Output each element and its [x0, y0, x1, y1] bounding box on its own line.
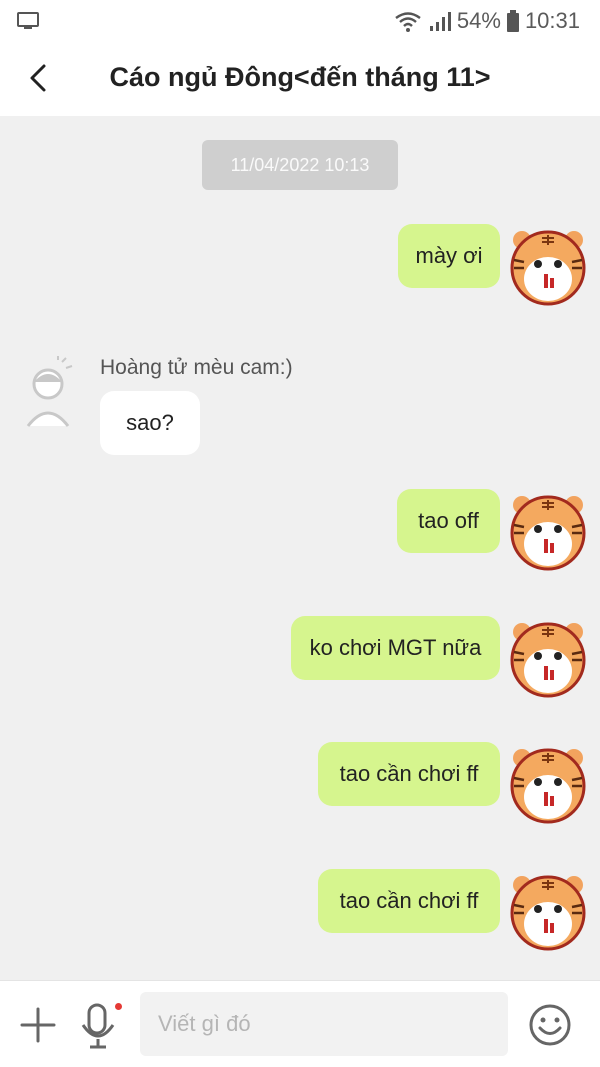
- status-indicators: 54% 10:31: [393, 6, 580, 36]
- microphone-icon[interactable]: [76, 1001, 120, 1049]
- tiger-avatar[interactable]: [506, 616, 590, 700]
- incoming-message[interactable]: sao?: [100, 391, 200, 455]
- signal-icon: [429, 12, 451, 31]
- sender-name: Hoàng tử mèu cam:): [100, 356, 293, 379]
- outgoing-message[interactable]: ko chơi MGT nữa: [291, 616, 500, 680]
- user-avatar[interactable]: [22, 356, 78, 428]
- tiger-avatar[interactable]: [506, 224, 590, 308]
- battery-icon: [506, 10, 519, 32]
- plus-icon[interactable]: [18, 1005, 58, 1045]
- clock: 10:31: [524, 8, 580, 33]
- message-input[interactable]: [140, 992, 508, 1056]
- chat-title: Cáo ngủ Đông<đến tháng 11>: [109, 62, 491, 92]
- outgoing-message[interactable]: tao cần chơi ff: [318, 742, 500, 806]
- battery-percent: 54%: [456, 8, 501, 33]
- wifi-icon: [395, 12, 421, 32]
- message-list[interactable]: 11/04/2022 10:13 mày ơi Hoàng tử mèu cam…: [0, 116, 600, 980]
- status-bar: 54% 10:31: [0, 0, 600, 44]
- tiger-avatar[interactable]: [506, 489, 590, 573]
- notification-dot: [115, 1003, 122, 1010]
- outgoing-message[interactable]: mày ơi: [398, 224, 500, 288]
- date-stamp: 11/04/2022 10:13: [202, 140, 398, 190]
- chat-header: Cáo ngủ Đông<đến tháng 11>: [0, 44, 600, 116]
- outgoing-message[interactable]: tao off: [397, 489, 500, 553]
- composer-bar: [0, 980, 600, 1067]
- outgoing-message[interactable]: tao cần chơi ff: [318, 869, 500, 933]
- tiger-avatar[interactable]: [506, 742, 590, 826]
- emoji-icon[interactable]: [528, 1003, 572, 1047]
- screen-icon: [17, 12, 39, 29]
- tiger-avatar[interactable]: [506, 869, 590, 953]
